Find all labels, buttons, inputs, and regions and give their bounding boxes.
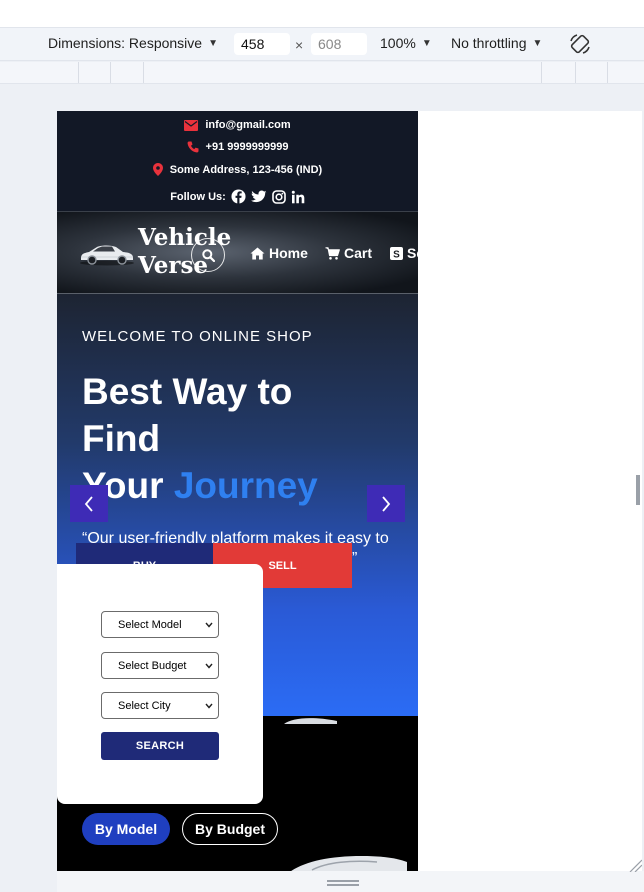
headline-word-journey: Journey [173,465,318,506]
twitter-icon[interactable] [250,190,267,204]
contact-email[interactable]: info@gmail.com [57,119,418,131]
throttling-label: No throttling [451,35,527,51]
chevron-down-icon: ▼ [208,37,218,49]
ruler-tick [575,62,576,83]
select-city-value: Select City [118,699,171,712]
nav-cart-label: Cart [344,245,373,261]
zoom-label: 100% [380,35,416,51]
main-navbar: Vehicle Verse Home Cart S S [57,211,418,294]
filter-by-budget-button[interactable]: By Budget [182,813,278,845]
sell-badge-icon: S [390,246,403,260]
select-budget-value: Select Budget [118,659,187,672]
phone-text: +91 9999999999 [205,141,289,153]
empty-viewport-area [418,111,642,871]
home-icon [250,247,265,259]
chevron-down-icon: ▼ [532,37,543,49]
resize-handle-bottom[interactable] [327,880,359,886]
media-query-ruler [0,62,644,84]
chevron-left-icon [84,495,93,512]
ruler-tick [110,62,111,83]
search-submit-button[interactable]: SEARCH [101,732,219,760]
nav-link-cart[interactable]: Cart [325,245,372,261]
contact-bar: info@gmail.com +91 9999999999 Some Addre… [57,111,418,211]
nav-link-home[interactable]: Home [250,245,308,261]
width-input[interactable]: 458 [234,33,290,55]
zoom-dropdown[interactable]: 100% ▼ [380,35,432,51]
slider-next-button[interactable] [367,485,405,522]
car-search-form: Select Model Select Budget Select City S… [57,564,263,804]
social-links: Follow Us: [57,189,418,204]
devtools-device-toolbar: Dimensions: Responsive ▼ 458 × 608 100% … [0,27,644,61]
filter-by-model-button[interactable]: By Model [82,813,170,845]
chevron-down-icon [205,622,213,628]
ruler-tick [143,62,144,83]
search-button[interactable] [191,238,225,272]
chevron-down-icon: ▼ [421,37,432,49]
select-model-dropdown[interactable]: Select Model [101,611,219,638]
height-input[interactable]: 608 [311,33,367,55]
dimension-separator: × [295,37,304,53]
resize-handle-right[interactable] [636,475,640,505]
select-budget-dropdown[interactable]: Select Budget [101,652,219,679]
search-icon [201,248,215,262]
nav-sell-label: Se [407,245,418,261]
follow-us-label: Follow Us: [170,190,226,203]
dimensions-dropdown[interactable]: Dimensions: Responsive ▼ [48,35,218,51]
phone-icon [187,141,199,153]
location-pin-icon [152,163,163,176]
email-text: info@gmail.com [205,119,291,131]
chevron-down-icon [205,663,213,669]
page-viewport: info@gmail.com +91 9999999999 Some Addre… [57,111,418,871]
browser-top-area [0,0,644,27]
ruler-tick [541,62,542,83]
ruler-tick [78,62,79,83]
cart-icon [325,246,340,260]
chevron-down-icon [205,703,213,709]
svg-text:S: S [393,249,400,260]
headline-line-2: Find [82,418,161,459]
address-text: Some Address, 123-456 (IND) [169,163,323,176]
slider-prev-button[interactable] [70,485,108,522]
select-model-value: Select Model [118,618,182,631]
car-logo-icon[interactable] [78,242,136,266]
nav-home-label: Home [269,245,308,261]
nav-link-sell[interactable]: S Se [390,245,418,261]
car-roof-image [284,718,337,724]
mail-icon [184,119,199,131]
contact-phone[interactable]: +91 9999999999 [57,141,418,153]
ruler-tick [607,62,608,83]
select-city-dropdown[interactable]: Select City [101,692,219,719]
instagram-icon[interactable] [271,189,286,204]
headline-line-1: Best Way to [82,371,293,412]
facebook-icon[interactable] [231,189,246,204]
linkedin-icon[interactable] [291,190,305,204]
throttling-dropdown[interactable]: No throttling ▼ [451,35,542,51]
dimensions-label: Dimensions: Responsive [48,35,203,51]
contact-address: Some Address, 123-456 (IND) [57,163,418,176]
hero-headline: Best Way to Find Your Journey [82,368,318,509]
corner-resize-icon[interactable] [628,858,642,872]
rotate-icon[interactable] [568,32,592,56]
hero-welcome-text: WELCOME TO ONLINE SHOP [82,328,313,345]
chevron-right-icon [382,495,391,512]
headline-line-3: Your Journey [82,462,318,509]
car-image [291,856,407,871]
